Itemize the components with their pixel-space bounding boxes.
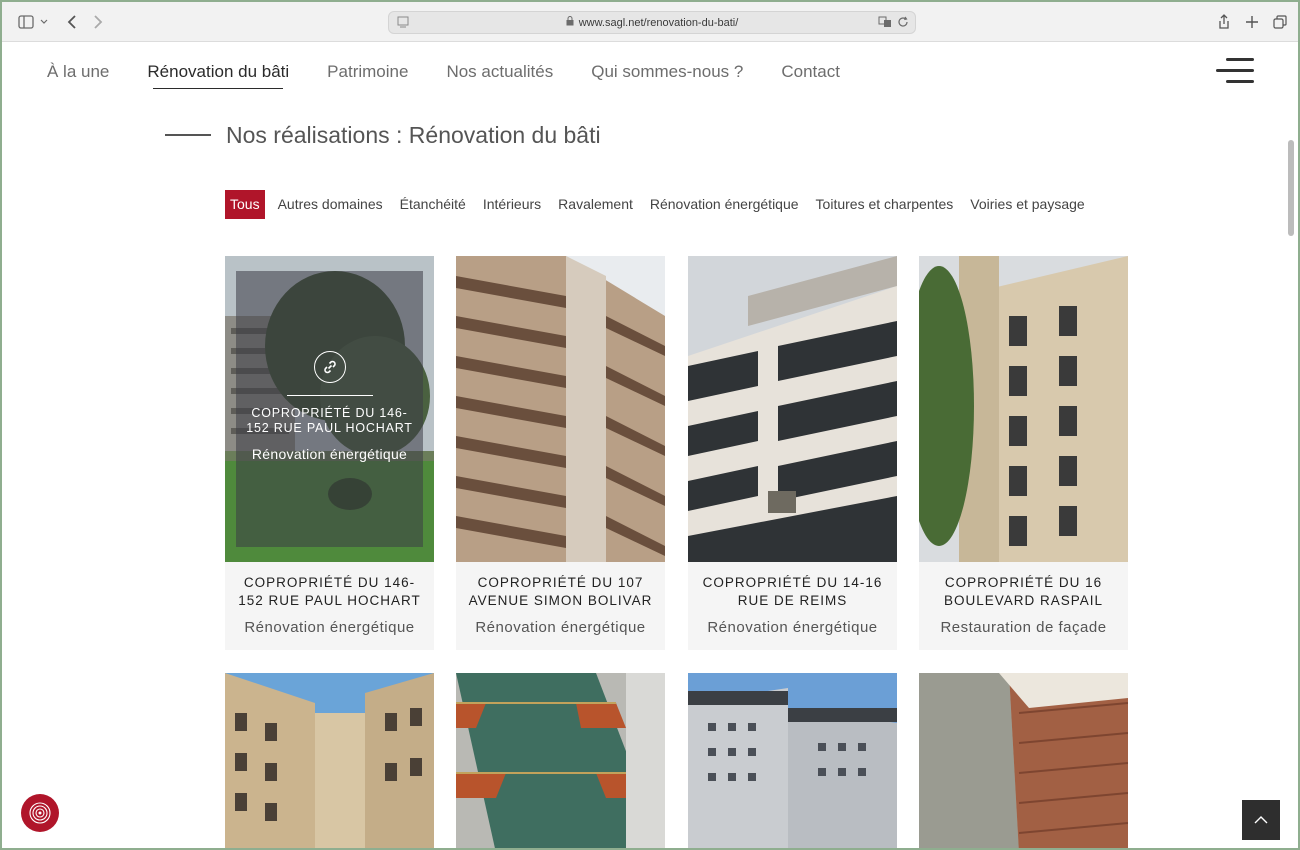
project-caption: Copropriété du 16 boulevard Raspail Rest… — [919, 562, 1128, 650]
address-bar[interactable]: www.sagl.net/renovation-du-bati/ — [388, 11, 916, 34]
scroll-to-top-button[interactable] — [1242, 800, 1280, 840]
project-card[interactable]: Copropriété du 146-152 rue Paul Hochart … — [225, 256, 434, 650]
filter-toitures-et-charpentes[interactable]: Toitures et charpentes — [816, 190, 954, 219]
project-hover-overlay[interactable]: Copropriété du 146-152 rue Paul Hochart … — [236, 271, 423, 547]
page-icon — [397, 16, 409, 31]
title-decoration-line — [165, 134, 211, 136]
project-category: Rénovation énergétique — [244, 619, 415, 636]
filter-autres-domaines[interactable]: Autres domaines — [278, 190, 383, 219]
lock-icon — [566, 16, 574, 29]
section-header: Nos réalisations : Rénovation du bâti — [165, 120, 601, 150]
reload-icon[interactable] — [897, 15, 909, 32]
project-card[interactable] — [225, 673, 434, 848]
project-card[interactable]: Copropriété du 107 avenue Simon Bolivar … — [456, 256, 665, 650]
project-card[interactable] — [919, 673, 1128, 848]
browser-window: www.sagl.net/renovation-du-bati/ À la un… — [0, 0, 1300, 850]
nav-item-a-la-une[interactable]: À la une — [47, 62, 109, 82]
overlay-project-category: Rénovation énergétique — [251, 446, 408, 462]
translate-icon[interactable] — [878, 15, 892, 32]
project-photo[interactable]: Copropriété du 146-152 rue Paul Hochart … — [225, 256, 434, 562]
page-title: Nos réalisations : Rénovation du bâti — [226, 121, 601, 148]
chevron-up-icon — [1254, 816, 1268, 824]
project-caption: Copropriété du 107 avenue Simon Bolivar … — [456, 562, 665, 650]
hamburger-menu-icon[interactable] — [1214, 56, 1254, 86]
project-photo[interactable] — [919, 256, 1128, 562]
nav-item-contact[interactable]: Contact — [781, 62, 840, 82]
project-card[interactable]: Copropriété du 14-16 rue de Reims Rénova… — [688, 256, 897, 650]
nav-item-qui-sommes-nous[interactable]: Qui sommes-nous ? — [591, 62, 743, 82]
project-photo[interactable] — [919, 673, 1128, 848]
category-filters: Tous Autres domaines Étanchéité Intérieu… — [225, 190, 1102, 219]
project-photo[interactable] — [688, 256, 897, 562]
project-category: Restauration de façade — [940, 619, 1107, 636]
project-card[interactable] — [456, 673, 665, 848]
project-photo[interactable] — [688, 673, 897, 848]
project-photo[interactable] — [456, 673, 665, 848]
cookie-consent-icon[interactable] — [21, 794, 59, 832]
url-text: www.sagl.net/renovation-du-bati/ — [578, 16, 739, 29]
forward-icon[interactable] — [90, 12, 106, 32]
share-icon[interactable] — [1216, 12, 1232, 32]
link-icon[interactable] — [313, 351, 346, 383]
project-title[interactable]: Copropriété du 14-16 rue de Reims — [688, 574, 897, 610]
project-card[interactable]: Copropriété du 16 boulevard Raspail Rest… — [919, 256, 1128, 650]
main-navigation: À la une Rénovation du bâti Patrimoine N… — [47, 60, 878, 89]
nav-item-nos-actualites[interactable]: Nos actualités — [446, 62, 553, 82]
tab-overview-icon[interactable] — [1272, 12, 1288, 32]
project-category: Rénovation énergétique — [707, 619, 878, 636]
browser-toolbar: www.sagl.net/renovation-du-bati/ — [2, 2, 1298, 42]
nav-item-renovation-du-bati[interactable]: Rénovation du bâti — [147, 62, 289, 89]
nav-item-patrimoine[interactable]: Patrimoine — [327, 62, 408, 82]
project-photo[interactable] — [225, 673, 434, 848]
page-scrollbar[interactable] — [1288, 140, 1294, 236]
project-title[interactable]: Copropriété du 107 avenue Simon Bolivar — [456, 574, 665, 610]
filter-tous[interactable]: Tous — [225, 190, 265, 219]
project-caption: Copropriété du 14-16 rue de Reims Rénova… — [688, 562, 897, 650]
filter-etancheite[interactable]: Étanchéité — [400, 190, 466, 219]
new-tab-icon[interactable] — [1244, 12, 1260, 32]
back-icon[interactable] — [64, 12, 80, 32]
filter-voiries-et-paysage[interactable]: Voiries et paysage — [970, 190, 1084, 219]
sidebar-toggle-icon[interactable] — [16, 12, 50, 32]
project-title[interactable]: Copropriété du 16 boulevard Raspail — [919, 574, 1128, 610]
overlay-divider — [286, 395, 373, 396]
filter-renovation-energetique[interactable]: Rénovation énergétique — [650, 190, 799, 219]
project-caption: Copropriété du 146-152 rue Paul Hochart … — [225, 562, 434, 650]
project-card[interactable] — [688, 673, 897, 848]
overlay-project-title: Copropriété du 146-152 rue Paul Hochart — [246, 406, 413, 435]
project-category: Rénovation énergétique — [475, 619, 646, 636]
filter-ravalement[interactable]: Ravalement — [558, 190, 633, 219]
project-title[interactable]: Copropriété du 146-152 rue Paul Hochart — [225, 574, 434, 610]
filter-interieurs[interactable]: Intérieurs — [483, 190, 541, 219]
project-photo[interactable] — [456, 256, 665, 562]
